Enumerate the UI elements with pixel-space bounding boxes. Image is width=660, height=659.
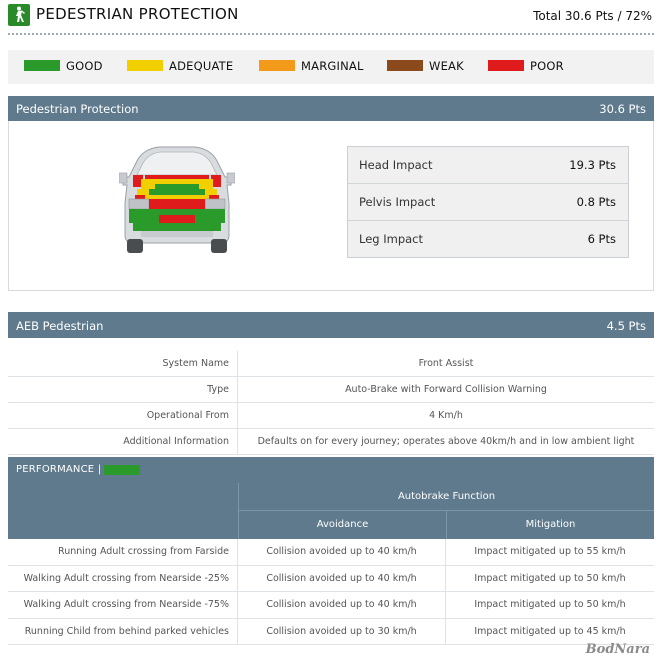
legend-swatch-good [24, 60, 60, 71]
section-title: AEB Pedestrian [16, 319, 104, 333]
section-title: Pedestrian Protection [16, 102, 139, 116]
impact-value: 0.8 Pts [576, 195, 616, 209]
detail-value: Auto-Brake with Forward Collision Warnin… [345, 384, 547, 395]
mitigation-value: Impact mitigated up to 50 km/h [474, 599, 626, 610]
impact-row-head: Head Impact 19.3 Pts [348, 147, 628, 184]
aeb-pedestrian-header: AEB Pedestrian 4.5 Pts [8, 312, 654, 338]
mitigation-value: Impact mitigated up to 55 km/h [474, 546, 626, 557]
detail-key: Operational From [8, 403, 238, 429]
pedestrian-protection-header: Pedestrian Protection 30.6 Pts [8, 96, 654, 121]
table-row: Type Auto-Brake with Forward Collision W… [8, 377, 654, 403]
scenario-name: Running Child from behind parked vehicle… [8, 618, 238, 645]
mitigation-value: Impact mitigated up to 45 km/h [474, 625, 626, 637]
impact-name: Pelvis Impact [359, 195, 436, 209]
detail-key: Additional Information [8, 429, 238, 455]
avoidance-column-header: Avoidance [238, 511, 446, 539]
performance-table-header: Autobrake Function Avoidance Mitigation [8, 483, 654, 539]
table-row: Walking Adult crossing from Nearside -25… [8, 565, 654, 592]
impact-value: 19.3 Pts [569, 158, 616, 172]
impact-name: Leg Impact [359, 232, 424, 246]
autobrake-function-header: Autobrake Function [238, 483, 654, 511]
header-divider [8, 33, 654, 35]
aeb-details-table: System Name Front Assist Type Auto-Brake… [8, 351, 654, 455]
impact-name: Head Impact [359, 158, 433, 172]
rating-legend: GOOD ADEQUATE MARGINAL WEAK POOR [8, 50, 654, 84]
detail-value: Defaults on for every journey; operates … [257, 436, 635, 447]
performance-rating-swatch [104, 465, 140, 475]
legend-swatch-weak [387, 60, 423, 71]
scenario-name: Walking Adult crossing from Nearside -25… [8, 565, 238, 592]
detail-key: Type [8, 377, 238, 403]
table-row: Running Child from behind parked vehicle… [8, 618, 654, 645]
table-row: System Name Front Assist [8, 351, 654, 377]
mitigation-value: Impact mitigated up to 50 km/h [474, 572, 626, 584]
watermark-logo: BodNara [585, 642, 650, 657]
scenario-name: Running Adult crossing from Farside [8, 539, 238, 565]
mitigation-column-header: Mitigation [446, 511, 654, 539]
detail-value: Front Assist [418, 358, 474, 369]
legend-label: POOR [530, 59, 564, 73]
legend-label: MARGINAL [301, 59, 364, 73]
detail-key: System Name [8, 351, 238, 377]
table-row: Additional Information Defaults on for e… [8, 429, 654, 455]
avoidance-value: Collision avoided up to 40 km/h [238, 539, 446, 565]
legend-swatch-marginal [259, 60, 295, 71]
table-row: Walking Adult crossing from Nearside -75… [8, 592, 654, 619]
table-row: Operational From 4 Km/h [8, 403, 654, 429]
performance-header: PERFORMANCE | [8, 457, 654, 483]
detail-value: 4 Km/h [429, 410, 463, 421]
table-row: Running Adult crossing from Farside Coll… [8, 539, 654, 566]
performance-table: Running Adult crossing from Farside Coll… [8, 539, 654, 645]
total-score: Total 30.6 Pts / 72% [533, 9, 652, 23]
impact-value: 6 Pts [587, 232, 616, 246]
car-front-diagram-icon [119, 146, 235, 253]
page-title: PEDESTRIAN PROTECTION [36, 5, 239, 23]
avoidance-value: Collision avoided up to 40 km/h [238, 565, 446, 592]
legend-label: GOOD [66, 59, 103, 73]
avoidance-value: Collision avoided up to 40 km/h [238, 592, 446, 618]
page-header: PEDESTRIAN PROTECTION Total 30.6 Pts / 7… [8, 4, 654, 32]
legend-swatch-poor [488, 60, 524, 71]
performance-label: PERFORMANCE | [16, 464, 102, 475]
avoidance-value: Collision avoided up to 30 km/h [238, 618, 446, 645]
section-points: 30.6 Pts [599, 102, 646, 116]
impact-row-leg: Leg Impact 6 Pts [348, 221, 628, 258]
impact-row-pelvis: Pelvis Impact 0.8 Pts [348, 184, 628, 221]
legend-swatch-adequate [127, 60, 163, 71]
legend-label: ADEQUATE [169, 59, 234, 73]
section-points: 4.5 Pts [606, 319, 646, 333]
legend-label: WEAK [429, 59, 464, 73]
pedestrian-icon [8, 4, 30, 26]
impact-scores-list: Head Impact 19.3 Pts Pelvis Impact 0.8 P… [347, 146, 629, 258]
scenario-name: Walking Adult crossing from Nearside -75… [8, 592, 238, 618]
pedestrian-protection-panel: Head Impact 19.3 Pts Pelvis Impact 0.8 P… [8, 121, 654, 291]
